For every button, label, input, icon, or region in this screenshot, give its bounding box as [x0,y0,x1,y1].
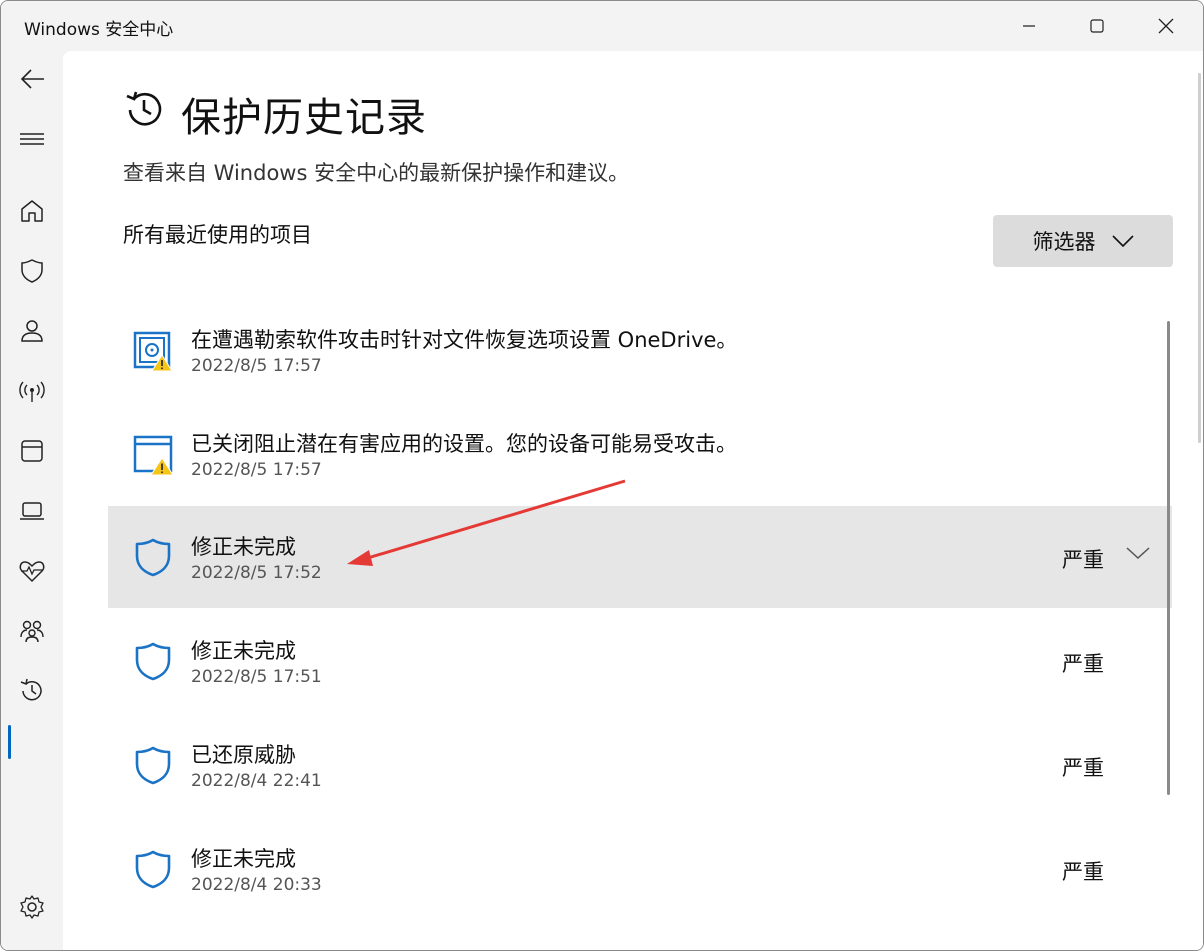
history-icon [126,91,162,126]
history-item[interactable]: 已还原威胁 2022/8/4 22:41 严重 [108,714,1172,816]
nav-family-options[interactable] [1,607,63,655]
shield-icon [135,746,171,785]
main-area: 保护历史记录 查看来自 Windows 安全中心的最新保护操作和建议。 所有最近… [63,51,1203,950]
app-title: Windows 安全中心 [24,20,174,40]
nav-home[interactable] [1,187,63,235]
nav-firewall[interactable] [1,367,63,415]
nav-settings[interactable] [1,883,63,931]
maximize-button[interactable] [1063,1,1131,51]
nav-rail [1,51,63,950]
shield-icon [135,642,171,681]
history-item[interactable]: 修正未完成 2022/8/4 20:33 严重 [108,818,1172,920]
history-item[interactable]: 修正未完成 2022/8/5 17:51 严重 [108,610,1172,712]
shield-icon [21,259,43,283]
history-item-time: 2022/8/5 17:52 [191,563,322,583]
severity-label: 严重 [1062,860,1104,884]
home-icon [21,200,43,222]
vault-warning-icon [133,331,173,371]
history-item[interactable]: 在遭遇勒索软件攻击时针对文件恢复选项设置 OneDrive。 2022/8/5 … [108,299,1172,401]
history-item[interactable]: 修正未完成 2022/8/5 17:52 严重 [108,506,1172,608]
close-button[interactable] [1132,1,1200,51]
account-icon [21,320,43,342]
history-item-time: 2022/8/5 17:51 [191,667,322,687]
settings-icon [20,895,44,919]
page-subtitle: 查看来自 Windows 安全中心的最新保护操作和建议。 [123,161,630,185]
history-item-title: 修正未完成 [191,847,296,871]
device-icon [20,502,44,520]
history-icon [20,678,42,701]
history-item-title: 修正未完成 [191,639,296,663]
title-bar: Windows 安全中心 [1,1,1203,51]
menu-button[interactable] [1,115,63,163]
severity-label: 严重 [1062,548,1104,572]
maximize-icon [1090,19,1104,33]
nav-active-indicator [8,725,11,759]
back-icon [20,69,44,89]
nav-account-protection[interactable] [1,307,63,355]
menu-icon [20,133,44,145]
minimize-icon [1023,25,1035,27]
back-button[interactable] [1,55,63,103]
nav-device-health[interactable] [1,547,63,595]
history-item-time: 2022/8/5 17:57 [191,356,322,376]
network-icon [19,381,45,402]
minimize-button[interactable] [995,1,1063,51]
history-item-title: 已还原威胁 [191,743,296,767]
close-icon [1158,18,1174,34]
list-scrollbar[interactable] [1167,321,1170,795]
chevron-down-icon[interactable] [1126,546,1150,560]
nav-virus-protection[interactable] [1,247,63,295]
history-item-time: 2022/8/5 17:57 [191,460,322,480]
nav-device-security[interactable] [1,487,63,535]
filter-button[interactable]: 筛选器 [993,215,1173,267]
history-item-title: 已关闭阻止潜在有害应用的设置。您的设备可能易受攻击。 [191,432,737,456]
page-scrollbar[interactable] [1198,73,1201,443]
nav-app-browser[interactable] [1,427,63,475]
shield-icon [135,538,171,577]
family-icon [20,620,44,643]
severity-label: 严重 [1062,756,1104,780]
app-browser-icon [21,440,43,462]
severity-label: 严重 [1062,652,1104,676]
app-warning-icon [133,435,174,475]
history-item-title: 在遭遇勒索软件攻击时针对文件恢复选项设置 OneDrive。 [191,328,738,352]
history-item-title: 修正未完成 [191,535,296,559]
section-label: 所有最近使用的项目 [123,223,312,247]
filter-label: 筛选器 [1032,230,1096,254]
chevron-down-icon [1111,235,1134,248]
shield-icon [135,850,171,889]
app-window: Windows 安全中心 保护历史记录 查看来自 Windows 安全中心的最新… [0,0,1204,951]
history-item[interactable]: 已关闭阻止潜在有害应用的设置。您的设备可能易受攻击。 2022/8/5 17:5… [108,403,1172,505]
history-item-time: 2022/8/4 22:41 [191,771,322,791]
nav-protection-history[interactable] [1,667,63,715]
page-title: 保护历史记录 [181,95,427,141]
history-item-time: 2022/8/4 20:33 [191,875,322,895]
health-icon [19,561,45,583]
content-panel: 保护历史记录 查看来自 Windows 安全中心的最新保护操作和建议。 所有最近… [63,51,1203,950]
